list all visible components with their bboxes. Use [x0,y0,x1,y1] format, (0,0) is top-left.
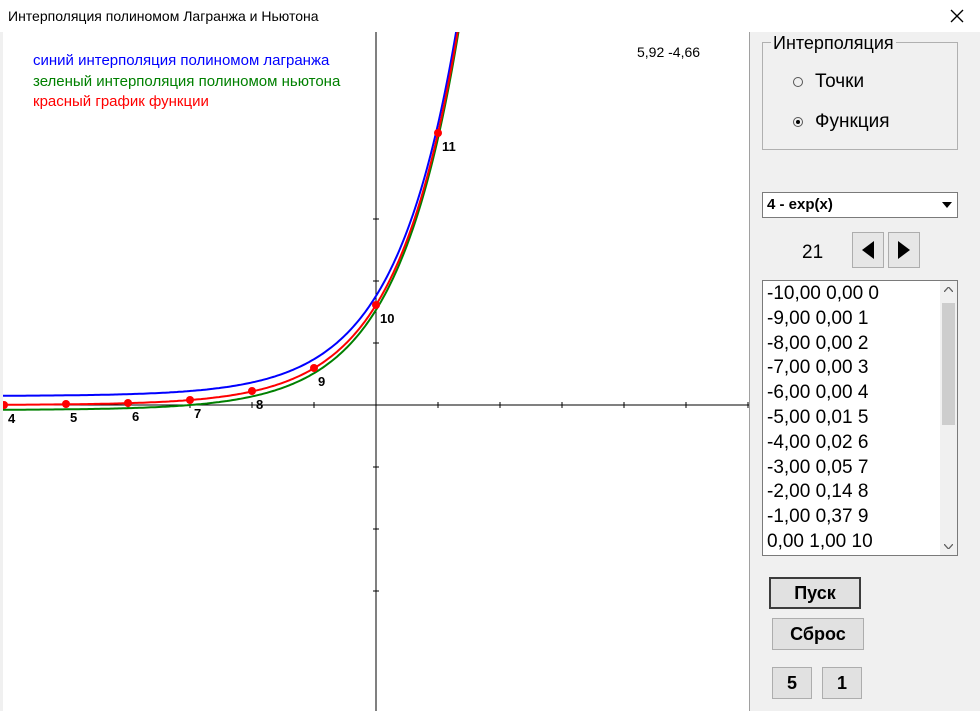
list-item[interactable]: -10,00 0,00 0 [767,283,879,305]
list-item[interactable]: -9,00 0,00 1 [767,308,868,330]
scroll-up-button[interactable] [940,281,957,298]
legend-lagrange: синий интерполяция полиномом лагранжа [33,52,330,69]
function-select[interactable]: 4 - exp(x) [762,192,958,218]
next-button[interactable] [888,232,920,268]
radio-points-label: Точки [815,71,865,92]
list-item[interactable]: 0,00 1,00 10 [767,531,873,553]
point-label: 9 [318,374,325,389]
list-item[interactable]: -6,00 0,00 4 [767,382,868,404]
button-5[interactable]: 5 [772,667,812,699]
chevron-down-icon [942,202,952,208]
point-label: 7 [194,406,201,421]
title-bar: Интерполяция полиномом Лагранжа и Ньютон… [0,0,980,32]
values-listbox[interactable]: -10,00 0,00 0 -9,00 0,00 1 -8,00 0,00 2 -7,… [762,280,958,556]
data-point [124,399,132,407]
close-button[interactable] [934,0,980,32]
window-title: Интерполяция полиномом Лагранжа и Ньютон… [8,8,319,24]
list-item[interactable]: -7,00 0,00 3 [767,357,868,379]
scroll-down-button[interactable] [940,538,957,555]
start-button[interactable]: Пуск [769,577,861,609]
dropdown-arrow[interactable] [937,193,957,217]
data-point [434,129,442,137]
list-item[interactable]: -5,00 0,01 5 [767,407,868,429]
data-point [186,396,194,404]
radio-function[interactable]: Функция [793,111,890,133]
list-item[interactable]: -2,00 0,14 8 [767,481,868,503]
triangle-right-icon [898,241,910,259]
groupbox-title: Интерполяция [771,33,896,53]
point-label: 6 [132,409,139,424]
reset-button[interactable]: Сброс [772,618,864,650]
radio-function-label: Функция [815,111,890,132]
button-1[interactable]: 1 [822,667,862,699]
coordinate-readout: 5,92 -4,66 [637,44,701,60]
legend-newton: зеленый интерполяция полиномом ньютона [33,73,341,90]
data-point [248,387,256,395]
radio-function-indicator[interactable] [793,117,803,127]
plot-canvas[interactable]: 4 5 6 7 8 9 10 11 5,92 -4,66 синий интерполяция… [3,32,750,711]
point-label: 8 [256,397,263,412]
function-select-value: 4 - exp(x) [767,196,833,213]
point-label: 11 [442,139,456,154]
chevron-up-icon [944,287,953,292]
point-label: 10 [380,311,394,326]
data-point [310,364,318,372]
prev-button[interactable] [852,232,884,268]
list-item[interactable]: -8,00 0,00 2 [767,333,868,355]
legend-function: красный график функции [33,93,209,110]
close-icon [950,9,964,23]
data-point [3,401,8,409]
chevron-down-icon [944,544,953,549]
interpolation-groupbox: Интерполяция Точки Функция [762,34,958,150]
list-item[interactable]: -3,00 0,05 7 [767,457,868,479]
points-count: 21 [802,242,824,263]
radio-points[interactable]: Точки [793,71,864,93]
function-plot: 4 5 6 7 8 9 10 11 [3,32,749,711]
list-item[interactable]: -1,00 0,37 9 [767,506,868,528]
data-point [372,301,380,309]
list-item[interactable]: -4,00 0,02 6 [767,432,868,454]
scroll-thumb[interactable] [942,303,955,425]
point-label: 5 [70,410,77,425]
point-label: 4 [8,411,16,426]
data-point [62,400,70,408]
radio-points-indicator[interactable] [793,77,803,87]
listbox-scrollbar[interactable] [940,281,957,555]
triangle-left-icon [862,241,874,259]
